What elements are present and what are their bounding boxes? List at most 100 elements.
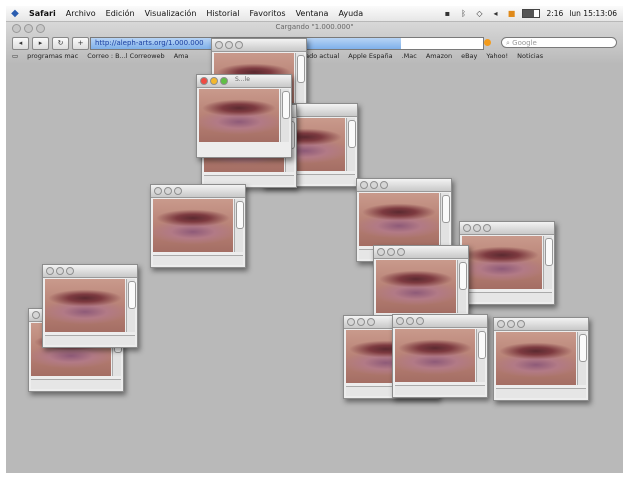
close-icon[interactable] [377,248,385,256]
minimize-icon[interactable] [225,41,233,49]
popup-titlebar[interactable] [43,265,137,278]
zoom-icon[interactable] [483,224,491,232]
popup-window[interactable] [150,184,246,268]
bookmark-book-icon[interactable]: ▭ [12,51,18,62]
horizontal-scrollbar[interactable] [45,335,135,345]
close-icon[interactable] [46,267,54,275]
menu-visualizacion[interactable]: Visualización [140,9,202,18]
popup-window[interactable] [459,221,555,305]
snapback-icon[interactable] [484,39,491,46]
minimize-icon[interactable] [473,224,481,232]
bookmark-item[interactable]: Ama [174,51,189,62]
popup-window[interactable] [392,314,488,398]
search-placeholder: Google [512,39,537,47]
zoom-icon[interactable] [220,77,228,85]
zoom-icon[interactable] [174,187,182,195]
horizontal-scrollbar[interactable] [31,379,121,389]
vertical-scrollbar[interactable] [577,332,587,385]
vertical-scrollbar[interactable] [346,118,356,171]
bookmark-item[interactable]: Correo : B...l Correoweb [87,51,164,62]
popup-titlebar[interactable]: S...le [197,75,291,88]
bookmark-item[interactable]: Amazon [426,51,452,62]
wifi-icon[interactable]: ◇ [474,9,484,18]
minimize-icon[interactable] [56,267,64,275]
vertical-scrollbar[interactable] [126,279,136,332]
minimize-icon[interactable] [357,318,365,326]
zoom-icon[interactable] [397,248,405,256]
bookmark-item[interactable]: Apple España [348,51,392,62]
bookmark-item[interactable]: .Mac [402,51,417,62]
menu-clock[interactable]: lun 15:13:06 [569,9,617,18]
popup-titlebar[interactable] [357,179,451,192]
menu-edicion[interactable]: Edición [101,9,140,18]
popup-titlebar[interactable] [212,39,306,52]
menu-bar: ◆ Safari Archivo Edición Visualización H… [6,6,623,22]
zoom-icon[interactable] [235,41,243,49]
vertical-scrollbar[interactable] [476,329,486,382]
horizontal-scrollbar[interactable] [395,385,485,395]
search-field[interactable]: ⌕ Google [501,37,617,48]
menu-historial[interactable]: Historial [201,9,244,18]
close-icon[interactable] [154,187,162,195]
menu-archivo[interactable]: Archivo [61,9,101,18]
bookmark-item[interactable]: Noticias [517,51,543,62]
minimize-icon[interactable] [164,187,172,195]
horizontal-scrollbar[interactable] [153,255,243,265]
close-icon[interactable] [463,224,471,232]
horizontal-scrollbar[interactable] [496,388,586,398]
minimize-icon[interactable] [210,77,218,85]
display-icon[interactable]: ▪ [442,9,452,18]
bookmark-item[interactable]: eBay [461,51,477,62]
back-button[interactable]: ◂ [12,37,29,50]
close-icon[interactable] [215,41,223,49]
bluetooth-icon[interactable]: ᛒ [458,9,468,18]
menu-favoritos[interactable]: Favoritos [244,9,290,18]
popup-titlebar[interactable] [494,318,588,331]
popup-window-active[interactable]: S...le [196,74,292,158]
vertical-scrollbar[interactable] [280,89,290,142]
minimize-icon[interactable] [406,317,414,325]
add-bookmark-button[interactable]: + [72,37,89,50]
popup-window[interactable] [493,317,589,401]
minimize-icon[interactable] [370,181,378,189]
vertical-scrollbar[interactable] [295,53,305,106]
close-icon[interactable] [200,77,208,85]
close-icon[interactable] [360,181,368,189]
zoom-icon[interactable] [66,267,74,275]
zoom-icon[interactable] [367,318,375,326]
close-icon[interactable] [497,320,505,328]
close-icon[interactable] [32,311,40,319]
menu-safari[interactable]: Safari [24,9,61,18]
popup-titlebar[interactable] [374,246,468,259]
menu-ayuda[interactable]: Ayuda [333,9,368,18]
zoom-icon[interactable] [416,317,424,325]
volume-icon[interactable]: ◂ [490,9,500,18]
popup-titlebar[interactable] [460,222,554,235]
reload-button[interactable]: ↻ [52,37,69,50]
forward-button[interactable]: ▸ [32,37,49,50]
lips-image [199,89,279,142]
close-icon[interactable] [396,317,404,325]
flag-icon[interactable]: ■ [506,9,516,18]
minimize-icon[interactable] [507,320,515,328]
popup-titlebar[interactable] [151,185,245,198]
zoom-icon[interactable] [380,181,388,189]
popup-window[interactable] [42,264,138,348]
lips-image [496,332,576,385]
vertical-scrollbar[interactable] [457,260,467,313]
bookmark-item[interactable]: programas mac [27,51,78,62]
vertical-scrollbar[interactable] [234,199,244,252]
close-icon[interactable] [347,318,355,326]
minimize-icon[interactable] [387,248,395,256]
lips-image [359,193,439,246]
lips-image [45,279,125,332]
horizontal-scrollbar[interactable] [462,292,552,302]
apple-menu-icon[interactable]: ◆ [6,8,24,19]
battery-icon[interactable] [522,9,541,18]
popup-titlebar[interactable] [393,315,487,328]
menu-ventana[interactable]: Ventana [291,9,334,18]
zoom-icon[interactable] [517,320,525,328]
vertical-scrollbar[interactable] [543,236,553,289]
bookmark-item[interactable]: Yahoo! [486,51,508,62]
vertical-scrollbar[interactable] [440,193,450,246]
